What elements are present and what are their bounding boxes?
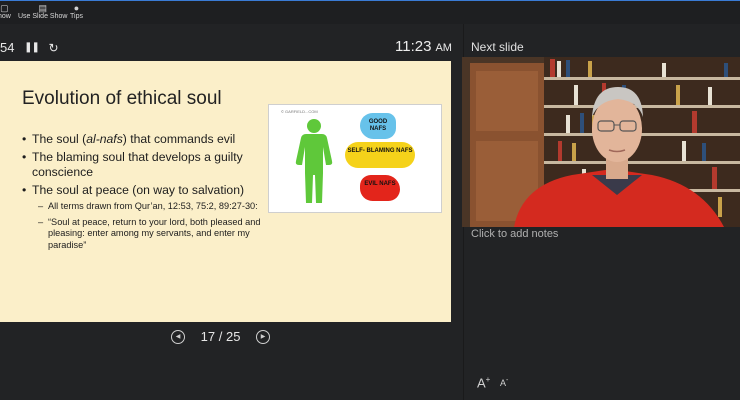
decrease-font-button[interactable]: A- (500, 377, 508, 388)
slide-show-button[interactable]: ▢ how (0, 3, 11, 20)
slide-navigation: ◀ 17 / 25 ▶ (171, 328, 271, 344)
slide-counter: 17 / 25 (201, 329, 241, 344)
info-icon: ● (73, 3, 80, 13)
use-slide-show-button[interactable]: ▤ Use Slide Show (18, 3, 67, 20)
tips-label: Tips (70, 13, 83, 20)
slide-bullets: The soul (al-nafs) that commands evil Th… (22, 132, 272, 255)
webcam-video (462, 57, 740, 227)
bullet-italic: al-nafs (86, 132, 123, 146)
bullet-item: The soul (al-nafs) that commands evil (22, 132, 272, 147)
video-feed-image (462, 57, 740, 227)
current-slide-number: 17 (200, 329, 216, 345)
counter-separator: / (218, 329, 223, 345)
current-slide[interactable]: Evolution of ethical soul The soul (al-n… (0, 61, 451, 322)
nafs-illustration: © GARFIELD...COM GOOD NAFS SELF- BLAMING… (268, 104, 442, 213)
green-figure-icon (295, 119, 333, 203)
next-slide-label: Next slide (471, 40, 524, 54)
bullet-suffix: ) that commands evil (122, 132, 236, 146)
next-slide-icon[interactable]: ▶ (256, 329, 271, 344)
previous-slide-icon[interactable]: ◀ (171, 329, 185, 344)
bullet-prefix: The soul ( (32, 132, 87, 146)
sub-bullet-item: All terms drawn from Qur’an, 12:53, 75:2… (38, 201, 272, 213)
monitor-icon: ▢ (0, 3, 9, 13)
decrease-font-sign: - (506, 377, 509, 384)
speaker-notes-area[interactable]: Click to add notes (471, 228, 558, 240)
increase-font-sign: + (485, 375, 491, 384)
slide-show-label: how (0, 13, 11, 20)
current-time: 11:23 AM (395, 38, 452, 55)
sub-bullet-item: “Soul at peace, return to your lord, bot… (38, 217, 272, 252)
evil-nafs-badge: EVIL NAFS (360, 175, 400, 201)
tips-button[interactable]: ● Tips (70, 3, 83, 20)
timer-value: 54 (0, 40, 15, 56)
good-nafs-badge: GOOD NAFS (360, 113, 396, 139)
pause-icon[interactable]: ❚❚ (24, 42, 40, 53)
elapsed-timer: 54 ❚❚ ↻ (0, 39, 59, 55)
self-blaming-nafs-badge: SELF- BLAMING NAFS (345, 142, 415, 168)
reset-timer-icon[interactable]: ↻ (48, 41, 58, 55)
illustration-credit: © GARFIELD...COM (281, 109, 318, 114)
bullet-item: The soul at peace (on way to salvation) (22, 183, 272, 198)
clock-value: 11:23 (395, 38, 432, 55)
presenter-toolbar: ▢ how ▤ Use Slide Show ● Tips (0, 0, 740, 24)
display-icon: ▤ (38, 3, 47, 13)
clock-ampm: AM (435, 42, 452, 54)
use-slide-show-label: Use Slide Show (18, 13, 68, 20)
increase-font-button[interactable]: A+ (477, 375, 490, 390)
total-slides: 25 (225, 329, 241, 345)
slide-title: Evolution of ethical soul (22, 88, 222, 109)
increase-font-letter: A (477, 375, 486, 391)
bullet-item: The blaming soul that develops a guilty … (22, 150, 272, 180)
